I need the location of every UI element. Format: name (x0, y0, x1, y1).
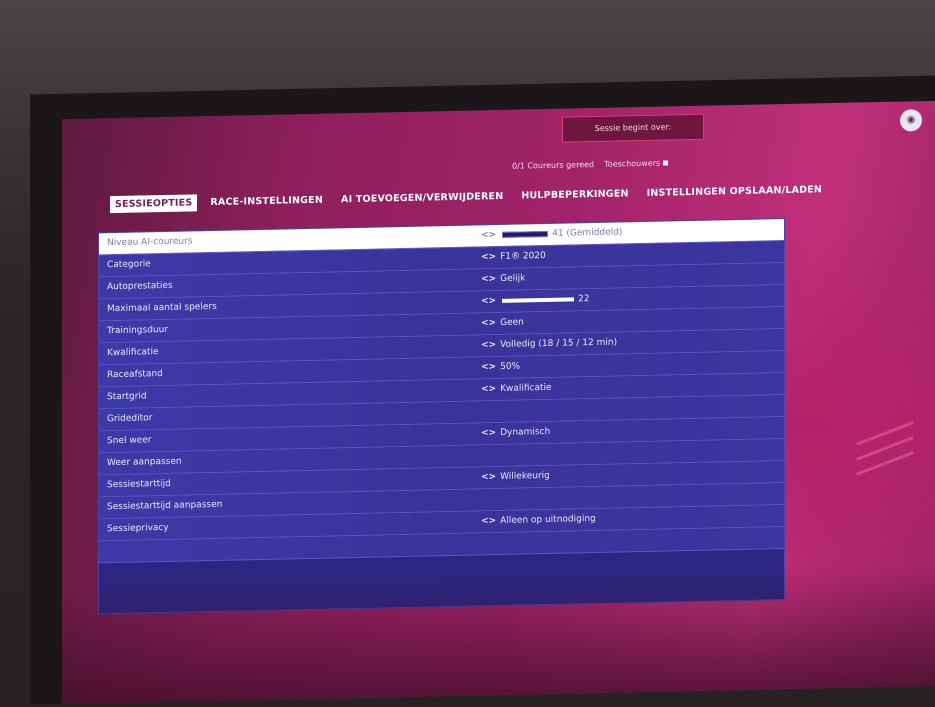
session-status: Sessie begint over: (562, 113, 704, 143)
arrows-icon[interactable]: <> (481, 362, 496, 372)
controller-icon[interactable]: ◉ (900, 109, 922, 132)
setting-label: Autoprestaties (107, 280, 173, 293)
arrows-icon[interactable]: <> (481, 340, 496, 350)
drivers-ready: 0/1 Coureurs gereed (512, 159, 595, 171)
setting-label: Sessieprivacy (107, 522, 169, 535)
setting-label: Categorie (107, 259, 151, 271)
tab-sessieopties[interactable]: SESSIEOPTIES (110, 194, 198, 214)
setting-value: <> Gelijk (481, 273, 526, 285)
arrows-icon[interactable]: <> (481, 252, 496, 262)
setting-value: <> Alleen op uitnodiging (481, 513, 596, 527)
setting-value: <> Dynamisch (481, 426, 551, 439)
setting-value: <> Kwalificatie (481, 382, 552, 395)
settings-panel: Niveau AI-coureurs <> 41 (Gemiddeld) Cate… (98, 217, 785, 615)
setting-value: <> Geen (481, 317, 524, 329)
setting-label: Grideditor (107, 413, 153, 425)
ready-counters: 0/1 Coureurs gereed Toeschouwers (512, 156, 772, 171)
arrows-icon[interactable]: <> (481, 516, 496, 526)
setting-label: Snel weer (107, 435, 152, 447)
arrows-icon[interactable]: <> (481, 318, 496, 328)
arrows-icon[interactable]: <> (481, 274, 496, 284)
setting-value: <> Volledig (18 / 15 / 12 min) (481, 337, 618, 351)
players-bar[interactable] (502, 296, 575, 303)
setting-label: Weer aanpassen (107, 456, 182, 469)
setting-label: Kwalificatie (107, 347, 159, 359)
setting-label: Sessiestarttijd (107, 478, 171, 491)
setting-value: <> 41 (Gemiddeld) (481, 227, 623, 241)
setting-label: Niveau AI-coureurs (107, 236, 193, 249)
arrows-icon[interactable]: <> (481, 472, 496, 482)
setting-label: Startgrid (107, 391, 147, 403)
setting-value (481, 445, 485, 466)
game-screen: Sessie begint over: ◉ 0/1 Coureurs geree… (62, 100, 935, 705)
arrows-icon[interactable]: <> (481, 384, 496, 394)
tab-hulpbeperkingen[interactable]: HULPBEPERKINGEN (516, 185, 633, 204)
setting-label: Trainingsduur (107, 324, 169, 337)
level-bar[interactable] (502, 230, 549, 238)
setting-value: <> Willekeurig (481, 470, 550, 483)
setting-label: Raceafstand (107, 369, 163, 381)
tab-instellingen-opslaan[interactable]: INSTELLINGEN OPSLAAN/LADEN (642, 181, 827, 202)
setting-value (481, 401, 485, 422)
tab-bar: SESSIEOPTIES RACE-INSTELLINGEN AI TOEVOE… (110, 181, 827, 214)
spectators-count: Toeschouwers (604, 158, 661, 169)
tab-race-instellingen[interactable]: RACE-INSTELLINGEN (205, 192, 328, 212)
setting-value (481, 489, 485, 510)
setting-value: <> 50% (481, 361, 521, 373)
arrows-icon[interactable]: <> (481, 428, 496, 438)
setting-label: Maximaal aantal spelers (107, 301, 217, 315)
arrows-icon[interactable]: <> (481, 296, 496, 306)
setting-value: <> F1® 2020 (481, 251, 546, 263)
spectator-dot-icon (663, 160, 669, 166)
arrows-icon[interactable]: <> (481, 230, 496, 240)
tab-ai-toevoegen[interactable]: AI TOEVOEGEN/VERWIJDEREN (336, 188, 508, 209)
setting-label: Sessiestarttijd aanpassen (107, 499, 223, 513)
setting-value: <> 22 (481, 294, 590, 307)
